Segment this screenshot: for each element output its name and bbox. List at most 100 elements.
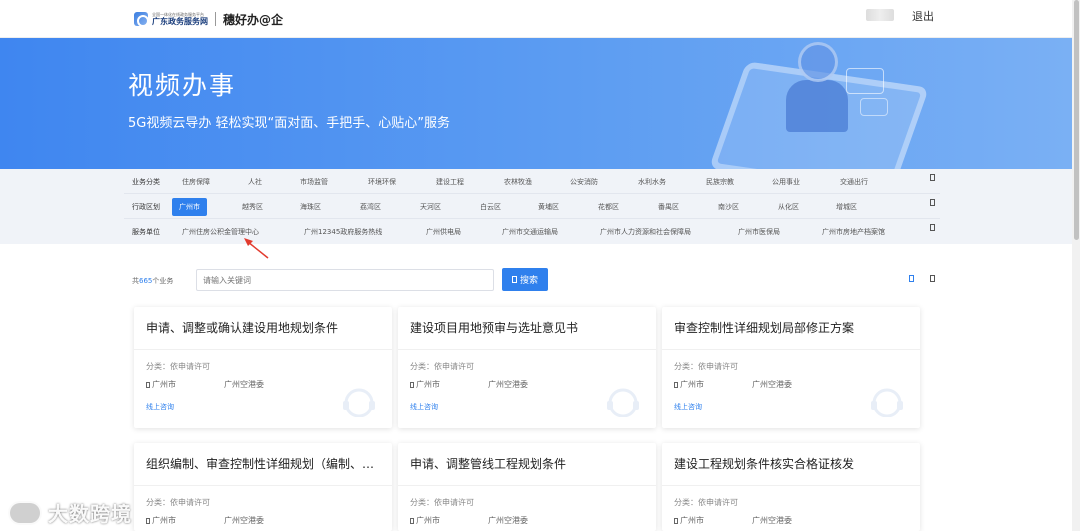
filter-option[interactable]: 广州市房地产档案馆 <box>822 227 885 237</box>
service-card[interactable]: 建设项目用地预审与选址意见书 分类：依申请许可 广州市 广州空港委 线上咨询 <box>398 307 656 428</box>
watermark-text: 大数跨境 <box>48 502 132 526</box>
card-org: 广州空港委 <box>488 516 528 525</box>
agent-illustration-body <box>786 80 848 132</box>
filter-option[interactable]: 市场监管 <box>300 177 328 187</box>
logo-icon <box>134 12 149 27</box>
filter-option[interactable]: 农林牧渔 <box>504 177 532 187</box>
filter-option[interactable]: 广州供电局 <box>426 227 461 237</box>
location-icon <box>674 381 678 388</box>
filter-option[interactable]: 环境环保 <box>368 177 396 187</box>
filter-option[interactable]: 黄埔区 <box>538 202 559 212</box>
headset-icon <box>871 388 903 417</box>
card-category: 分类：依申请许可 <box>674 362 738 371</box>
grid-view-icon[interactable] <box>909 275 914 282</box>
filter-option[interactable]: 荔湾区 <box>360 202 381 212</box>
card-category: 分类：依申请许可 <box>410 362 474 371</box>
card-category: 分类：依申请许可 <box>674 498 738 507</box>
card-location: 广州市 <box>146 515 176 526</box>
top-header: 全国一体化在线政务服务平台 广东政务服务网 穗好办@企 退出 <box>0 0 1072 38</box>
service-card[interactable]: 申请、调整或确认建设用地规划条件 分类：依申请许可 广州市 广州空港委 线上咨询 <box>134 307 392 428</box>
filter-option-active[interactable]: 广州市 <box>172 198 207 216</box>
filter-option[interactable]: 白云区 <box>480 202 501 212</box>
location-icon <box>410 517 414 524</box>
banner-title: 视频办事 <box>128 71 237 100</box>
card-location: 广州市 <box>410 515 440 526</box>
card-org: 广州空港委 <box>224 516 264 525</box>
site-logo[interactable]: 全国一体化在线政务服务平台 广东政务服务网 穗好办@企 <box>134 8 283 30</box>
filter-option[interactable]: 民族宗教 <box>706 177 734 187</box>
watermark: 大数跨境 <box>8 498 132 527</box>
card-title: 建设项目用地预审与选址意见书 <box>410 321 579 335</box>
card-org: 广州空港委 <box>488 380 528 389</box>
scrollbar-thumb[interactable] <box>1074 0 1079 240</box>
expand-icon[interactable] <box>930 199 935 206</box>
logo-divider <box>215 12 216 26</box>
online-consult-link[interactable]: 线上咨询 <box>410 402 438 412</box>
result-count-number: 665 <box>139 277 153 285</box>
filter-option[interactable]: 广州市医保局 <box>738 227 780 237</box>
logo-subtitle: 穗好办@企 <box>223 12 284 27</box>
filter-option[interactable]: 从化区 <box>778 202 799 212</box>
filter-option[interactable]: 天河区 <box>420 202 441 212</box>
card-location: 广州市 <box>146 379 176 390</box>
logo-name: 广东政务服务网 <box>152 16 208 26</box>
filter-label: 行政区划 <box>132 203 160 211</box>
card-title: 申请、调整管线工程规划条件 <box>410 457 567 471</box>
card-title: 组织编制、审查控制性详细规划（编制、… <box>146 457 375 471</box>
search-input[interactable] <box>196 269 494 291</box>
banner-subtitle: 5G视频云导办 轻松实现“面对面、手把手、心贴心”服务 <box>128 116 450 131</box>
filter-option[interactable]: 增城区 <box>836 202 857 212</box>
headset-icon <box>343 388 375 417</box>
chat-bubble-illustration <box>860 98 888 116</box>
location-icon <box>146 381 150 388</box>
filter-option[interactable]: 建设工程 <box>436 177 464 187</box>
expand-icon[interactable] <box>930 224 935 231</box>
filter-option[interactable]: 人社 <box>248 177 262 187</box>
filter-label: 服务单位 <box>132 228 160 236</box>
search-button[interactable]: 搜索 <box>502 268 548 291</box>
card-org: 广州空港委 <box>752 380 792 389</box>
service-card[interactable]: 申请、调整管线工程规划条件 分类：依申请许可 广州市 广州空港委 <box>398 443 656 531</box>
card-location: 广州市 <box>410 379 440 390</box>
card-title: 建设工程规划条件核实合格证核发 <box>674 457 855 471</box>
watermark-logo-icon <box>8 500 42 525</box>
filter-row-category: 业务分类 住房保障 人社 市场监管 环境环保 建设工程 农林牧渔 公安消防 水利… <box>124 169 940 194</box>
location-icon <box>674 517 678 524</box>
filter-option[interactable]: 南沙区 <box>718 202 739 212</box>
chat-bubble-illustration <box>846 68 884 94</box>
card-category: 分类：依申请许可 <box>146 362 210 371</box>
filter-row-district: 行政区划 广州市 越秀区 海珠区 荔湾区 天河区 白云区 黄埔区 花都区 番禺区… <box>124 194 940 219</box>
filter-option[interactable]: 广州市人力资源和社会保障局 <box>600 227 691 237</box>
filter-option[interactable]: 海珠区 <box>300 202 321 212</box>
filter-label: 业务分类 <box>132 178 160 186</box>
service-card[interactable]: 组织编制、审查控制性详细规划（编制、… 分类：依申请许可 广州市 广州空港委 <box>134 443 392 531</box>
card-title: 审查控制性详细规划局部修正方案 <box>674 321 855 335</box>
card-location: 广州市 <box>674 379 704 390</box>
service-card[interactable]: 审查控制性详细规划局部修正方案 分类：依申请许可 广州市 广州空港委 线上咨询 <box>662 307 920 428</box>
online-consult-link[interactable]: 线上咨询 <box>674 402 702 412</box>
service-card[interactable]: 建设工程规划条件核实合格证核发 分类：依申请许可 广州市 广州空港委 <box>662 443 920 531</box>
result-count: 共665个业务 <box>132 277 174 285</box>
card-category: 分类：依申请许可 <box>146 498 210 507</box>
search-icon <box>511 276 517 283</box>
filter-option[interactable]: 番禺区 <box>658 202 679 212</box>
expand-icon[interactable] <box>930 174 935 181</box>
agent-illustration-head <box>798 42 838 82</box>
location-icon <box>146 517 150 524</box>
filter-option[interactable]: 越秀区 <box>242 202 263 212</box>
filter-option[interactable]: 水利水务 <box>638 177 666 187</box>
hero-banner: 视频办事 5G视频云导办 轻松实现“面对面、手把手、心贴心”服务 <box>0 38 1072 169</box>
filter-option[interactable]: 广州12345政府服务热线 <box>304 227 382 237</box>
filter-option[interactable]: 广州市交通运输局 <box>502 227 558 237</box>
card-org: 广州空港委 <box>224 380 264 389</box>
card-title: 申请、调整或确认建设用地规划条件 <box>146 321 339 335</box>
filter-option[interactable]: 住房保障 <box>182 177 210 187</box>
filter-option[interactable]: 花都区 <box>598 202 619 212</box>
list-view-icon[interactable] <box>930 275 935 282</box>
filter-option[interactable]: 公用事业 <box>772 177 800 187</box>
online-consult-link[interactable]: 线上咨询 <box>146 402 174 412</box>
filter-option[interactable]: 公安消防 <box>570 177 598 187</box>
filter-option[interactable]: 交通出行 <box>840 177 868 187</box>
logout-link[interactable]: 退出 <box>912 8 934 24</box>
card-category: 分类：依申请许可 <box>410 498 474 507</box>
